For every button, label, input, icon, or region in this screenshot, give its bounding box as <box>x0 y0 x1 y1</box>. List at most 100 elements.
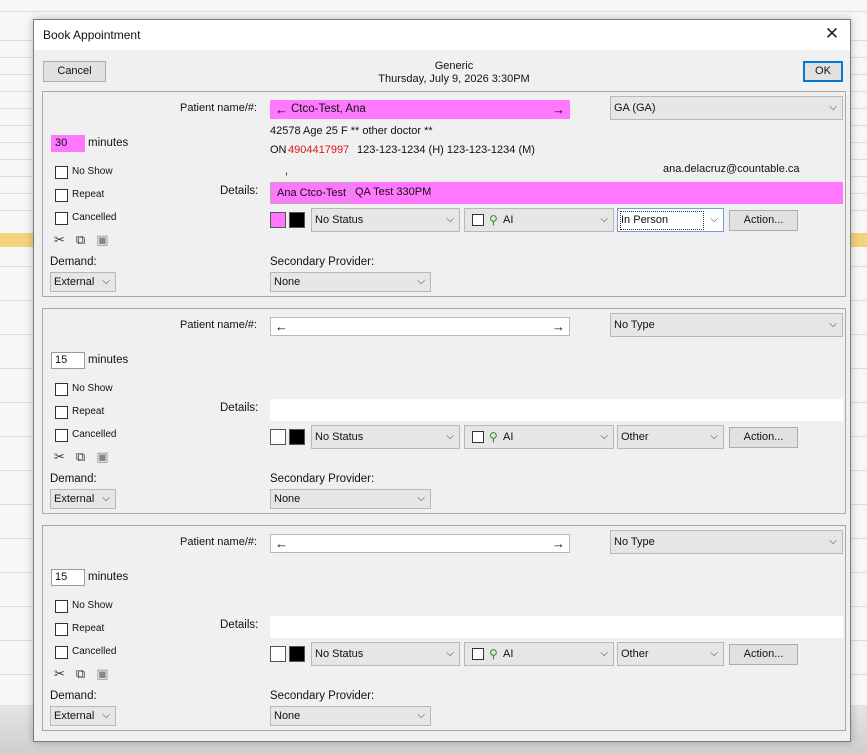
scissors-icon[interactable]: ✂ <box>54 232 65 247</box>
ok-button[interactable]: OK <box>803 61 843 82</box>
status-select[interactable]: No Status ⌵ <box>311 642 460 666</box>
no-show-label: No Show <box>72 383 113 394</box>
color-swatch-pink[interactable] <box>270 212 286 228</box>
visit-type-select[interactable]: In Person ⌵ <box>617 208 724 232</box>
chevron-down-icon: ⌵ <box>600 214 608 225</box>
ai-label: AI <box>503 214 514 226</box>
demand-label: Demand: <box>50 256 97 268</box>
repeat-checkbox[interactable] <box>55 623 68 636</box>
secondary-provider-label: Secondary Provider: <box>270 256 375 268</box>
color-swatch-black[interactable] <box>289 429 305 445</box>
appointment-type-select[interactable]: No Type ⌵ <box>610 530 843 554</box>
ai-select[interactable]: ⚲ AI ⌵ <box>464 425 614 449</box>
status-select[interactable]: No Status ⌵ <box>311 208 460 232</box>
ai-checkbox[interactable] <box>472 648 484 660</box>
patient-name-field[interactable]: ← → <box>270 317 570 336</box>
patient-label: Patient name/#: <box>180 102 258 114</box>
chevron-down-icon: ⌵ <box>417 493 425 504</box>
duration-input[interactable]: 30 <box>51 135 85 152</box>
paste-icon[interactable]: ▣ <box>96 666 108 681</box>
appointment-type-value: No Type <box>614 536 655 548</box>
paste-icon[interactable]: ▣ <box>96 232 108 247</box>
no-show-checkbox[interactable] <box>55 600 68 613</box>
color-swatch-black[interactable] <box>289 212 305 228</box>
chevron-down-icon: ⌵ <box>102 710 110 721</box>
ai-checkbox[interactable] <box>472 214 484 226</box>
copy-icon[interactable]: ⧉ <box>76 666 85 681</box>
chevron-down-icon: ⌵ <box>600 648 608 659</box>
no-show-checkbox[interactable] <box>55 383 68 396</box>
cancel-button[interactable]: Cancel <box>43 61 106 82</box>
no-show-checkbox[interactable] <box>55 166 68 179</box>
secondary-provider-label: Secondary Provider: <box>270 690 375 702</box>
visit-type-select[interactable]: Other ⌵ <box>617 425 724 449</box>
patient-name-field[interactable]: ← Ctco-Test, Ana → <box>270 100 570 119</box>
details-field[interactable] <box>270 616 843 638</box>
arrow-right-icon[interactable]: → <box>552 536 565 551</box>
paste-icon[interactable]: ▣ <box>96 449 108 464</box>
address-comma: , <box>285 165 289 177</box>
status-value: No Status <box>315 214 364 226</box>
arrow-left-icon[interactable]: ← <box>275 536 288 551</box>
secondary-provider-select[interactable]: None ⌵ <box>270 272 431 292</box>
patient-province: ON <box>270 144 287 156</box>
details-field[interactable] <box>270 399 843 421</box>
scissors-icon[interactable]: ✂ <box>54 449 65 464</box>
scissors-icon[interactable]: ✂ <box>54 666 65 681</box>
repeat-label: Repeat <box>72 189 105 200</box>
secondary-provider-value: None <box>274 276 301 288</box>
action-button[interactable]: Action... <box>729 644 798 665</box>
ai-select[interactable]: ⚲ AI ⌵ <box>464 642 614 666</box>
patient-info: 42578 Age 25 F ** other doctor ** <box>270 125 433 137</box>
secondary-provider-select[interactable]: None ⌵ <box>270 706 431 726</box>
hint-icon: ⚲ <box>489 430 498 444</box>
color-swatch-white[interactable] <box>270 646 286 662</box>
appointment-type-select[interactable]: GA (GA) ⌵ <box>610 96 843 120</box>
demand-select[interactable]: External ⌵ <box>50 489 116 509</box>
status-value: No Status <box>315 431 364 443</box>
copy-icon[interactable]: ⧉ <box>76 232 85 247</box>
clipboard-icons: ✂ ⧉ ▣ <box>54 449 120 465</box>
ai-checkbox[interactable] <box>472 431 484 443</box>
copy-icon[interactable]: ⧉ <box>76 449 85 464</box>
cancelled-checkbox[interactable] <box>55 212 68 225</box>
patient-name-field[interactable]: ← → <box>270 534 570 553</box>
appointment-type-select[interactable]: No Type ⌵ <box>610 313 843 337</box>
ai-select[interactable]: ⚲ AI ⌵ <box>464 208 614 232</box>
chevron-down-icon: ⌵ <box>446 214 454 225</box>
repeat-checkbox[interactable] <box>55 406 68 419</box>
visit-type-select[interactable]: Other ⌵ <box>617 642 724 666</box>
close-icon[interactable]: ✕ <box>820 23 844 45</box>
no-show-label: No Show <box>72 166 113 177</box>
chevron-down-icon: ⌵ <box>710 648 718 659</box>
secondary-provider-select[interactable]: None ⌵ <box>270 489 431 509</box>
patient-email: ana.delacruz@countable.ca <box>663 163 800 175</box>
ai-label: AI <box>503 431 514 443</box>
arrow-left-icon[interactable]: ← <box>275 102 288 117</box>
chevron-down-icon: ⌵ <box>446 648 454 659</box>
repeat-checkbox[interactable] <box>55 189 68 202</box>
cancelled-checkbox[interactable] <box>55 429 68 442</box>
demand-value: External <box>54 710 95 722</box>
action-button[interactable]: Action... <box>729 427 798 448</box>
color-swatch-black[interactable] <box>289 646 305 662</box>
cancelled-checkbox[interactable] <box>55 646 68 659</box>
chevron-down-icon: ⌵ <box>710 214 718 225</box>
cancelled-label: Cancelled <box>72 646 117 657</box>
details-label: Details: <box>220 185 259 197</box>
action-button[interactable]: Action... <box>729 210 798 231</box>
health-number: 4904417997 <box>288 144 350 156</box>
duration-input[interactable]: 15 <box>51 569 85 586</box>
hint-icon: ⚲ <box>489 647 498 661</box>
details-field[interactable]: Ana Ctco-Test QA Test 330PM <box>270 182 843 204</box>
arrow-right-icon[interactable]: → <box>552 319 565 334</box>
book-appointment-dialog: Book Appointment ✕ Cancel Generic Thursd… <box>33 19 851 742</box>
demand-select[interactable]: External ⌵ <box>50 706 116 726</box>
arrow-left-icon[interactable]: ← <box>275 319 288 334</box>
arrow-right-icon[interactable]: → <box>552 102 565 117</box>
demand-select[interactable]: External ⌵ <box>50 272 116 292</box>
duration-input[interactable]: 15 <box>51 352 85 369</box>
appointment-type-value: No Type <box>614 319 655 331</box>
status-select[interactable]: No Status ⌵ <box>311 425 460 449</box>
color-swatch-white[interactable] <box>270 429 286 445</box>
